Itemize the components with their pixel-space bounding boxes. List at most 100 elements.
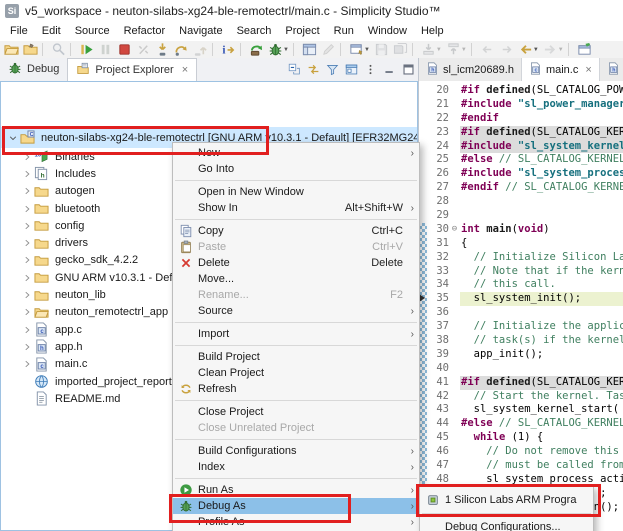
package-view-button[interactable] xyxy=(342,61,361,79)
menu-search[interactable]: Search xyxy=(230,23,279,39)
step-return-button[interactable] xyxy=(191,42,210,58)
code-line-36[interactable]: 36 xyxy=(419,306,623,320)
save-all-button[interactable] xyxy=(391,42,410,58)
chevron-right-icon[interactable] xyxy=(19,169,34,179)
link-editor-button[interactable] xyxy=(304,61,323,79)
chevron-right-icon[interactable] xyxy=(19,273,34,283)
menu-item-debug-as[interactable]: Debug As › xyxy=(173,498,419,514)
menu-window[interactable]: Window xyxy=(361,23,414,39)
code-line-20[interactable]: 20 #if defined(SL_CATALOG_POW xyxy=(419,84,623,98)
chevron-right-icon[interactable] xyxy=(19,204,34,214)
chevron-right-icon[interactable] xyxy=(19,325,34,335)
chevron-right-icon[interactable] xyxy=(19,221,34,231)
menu-run[interactable]: Run xyxy=(327,23,361,39)
code-line-48[interactable]: 48 sl_system_process_acti xyxy=(419,473,623,487)
code-line-46[interactable]: 46 // Do not remove this xyxy=(419,445,623,459)
code-line-29[interactable]: 29 xyxy=(419,209,623,223)
code-line-44[interactable]: 44 #else // SL_CATALOG_KERNEL xyxy=(419,417,623,431)
dropdown-arrow-icon[interactable]: ▼ xyxy=(364,47,370,53)
open-folder-button[interactable] xyxy=(2,42,21,58)
menu-source[interactable]: Source xyxy=(68,23,117,39)
view-tab-debug[interactable]: Debug xyxy=(0,58,67,80)
debug-button[interactable]: ▼ xyxy=(266,42,291,58)
disconnect-button[interactable] xyxy=(134,42,153,58)
menu-item-new[interactable]: New › xyxy=(173,145,419,161)
menu-item-open-in-new-window[interactable]: Open in New Window xyxy=(173,184,419,200)
code-line-32[interactable]: 32 // Initialize Silicon La xyxy=(419,251,623,265)
code-line-28[interactable]: 28 xyxy=(419,195,623,209)
console-button[interactable] xyxy=(575,42,594,58)
step-over-button[interactable] xyxy=(172,42,191,58)
menu-item-rename[interactable]: Rename... F2 xyxy=(173,287,419,303)
code-line-41[interactable]: 41 #if defined(SL_CATALOG_KER xyxy=(419,376,623,390)
back-button[interactable]: ▼ xyxy=(516,42,541,58)
menu-help[interactable]: Help xyxy=(414,23,451,39)
editor-tab-partial-2[interactable]: h xyxy=(600,58,623,81)
menu-item-delete[interactable]: Delete Delete xyxy=(173,255,419,271)
close-icon[interactable]: × xyxy=(585,64,591,76)
new-window-button[interactable]: ▼ xyxy=(347,42,372,58)
code-line-42[interactable]: 42 // Start the kernel. Tas xyxy=(419,390,623,404)
close-icon[interactable]: × xyxy=(182,64,188,76)
menu-item-refresh[interactable]: Refresh xyxy=(173,381,419,397)
code-line-21[interactable]: 21 #include "sl_power_manager xyxy=(419,98,623,112)
view-tab-project-explorer[interactable]: Project Explorer× xyxy=(67,58,197,82)
dropdown-arrow-icon[interactable]: ▼ xyxy=(533,47,539,53)
filter-button[interactable] xyxy=(323,61,342,79)
code-line-30[interactable]: 30 ⊖ int main(void) xyxy=(419,223,623,237)
menu-item-run-as[interactable]: Run As › xyxy=(173,482,419,498)
submenu-item-debug-configurations[interactable]: Debug Configurations... xyxy=(420,516,593,531)
menu-item-move[interactable]: Move... xyxy=(173,271,419,287)
menu-item-import[interactable]: Import › xyxy=(173,326,419,342)
code-line-23[interactable]: 23 #if defined(SL_CATALOG_KER xyxy=(419,126,623,140)
submenu-item-1-silicon-labs-arm-program[interactable]: 1 Silicon Labs ARM Program xyxy=(420,489,593,511)
menu-edit[interactable]: Edit xyxy=(35,23,68,39)
menu-refactor[interactable]: Refactor xyxy=(117,23,173,39)
code-line-39[interactable]: 39 app_init(); xyxy=(419,348,623,362)
chevron-right-icon[interactable] xyxy=(19,342,34,352)
menu-item-profile-as[interactable]: Profile As › xyxy=(173,514,419,530)
terminate-button[interactable] xyxy=(115,42,134,58)
build-folder-button[interactable] xyxy=(21,42,40,58)
back-small-button[interactable] xyxy=(478,42,497,58)
fold-marker-icon[interactable]: ⊖ xyxy=(449,223,460,237)
menu-item-paste[interactable]: Paste Ctrl+V xyxy=(173,239,419,255)
save-button[interactable] xyxy=(372,42,391,58)
menu-item-go-into[interactable]: Go Into xyxy=(173,161,419,177)
dropdown-arrow-icon[interactable]: ▼ xyxy=(558,47,564,53)
code-line-31[interactable]: 31 { xyxy=(419,237,623,251)
menu-navigate[interactable]: Navigate xyxy=(172,23,229,39)
view-menu-button[interactable] xyxy=(361,61,380,79)
code-line-33[interactable]: 33 // Note that if the kern xyxy=(419,265,623,279)
code-line-47[interactable]: 47 // must be called from xyxy=(419,459,623,473)
launch-run-button[interactable] xyxy=(247,42,266,58)
perspective-button[interactable] xyxy=(300,42,319,58)
code-line-26[interactable]: 26 #include "sl_system_proces xyxy=(419,167,623,181)
run-last-button[interactable]: i xyxy=(219,42,238,58)
code-line-37[interactable]: 37 // Initialize the applic xyxy=(419,320,623,334)
export-arrow-button[interactable]: ▼ xyxy=(444,42,469,58)
code-line-40[interactable]: 40 xyxy=(419,362,623,376)
editor-tab-sl-icm20689-h[interactable]: hsl_icm20689.h xyxy=(419,58,522,81)
dropdown-arrow-icon[interactable]: ▼ xyxy=(436,47,442,53)
code-line-34[interactable]: 34 // this call. xyxy=(419,278,623,292)
search-button[interactable] xyxy=(49,42,68,58)
code-line-27[interactable]: 27 #endif // SL_CATALOG_KERNE xyxy=(419,181,623,195)
resume-button[interactable] xyxy=(77,42,96,58)
menu-item-source[interactable]: Source › xyxy=(173,303,419,319)
chevron-down-icon[interactable] xyxy=(5,133,20,143)
menu-item-close-project[interactable]: Close Project xyxy=(173,404,419,420)
menu-item-show-in[interactable]: Show In Alt+Shift+W › xyxy=(173,200,419,216)
menu-item-close-unrelated-project[interactable]: Close Unrelated Project xyxy=(173,420,419,436)
chevron-right-icon[interactable] xyxy=(19,186,34,196)
collapse-all-button[interactable] xyxy=(285,61,304,79)
menu-item-index[interactable]: Index › xyxy=(173,459,419,475)
chevron-right-icon[interactable] xyxy=(19,359,34,369)
menu-item-build-project[interactable]: Build Project xyxy=(173,349,419,365)
dropdown-arrow-icon[interactable]: ▼ xyxy=(461,47,467,53)
pencil-button[interactable] xyxy=(319,42,338,58)
maximize-button[interactable] xyxy=(399,61,418,79)
menu-project[interactable]: Project xyxy=(278,23,326,39)
chevron-right-icon[interactable] xyxy=(19,152,34,162)
chevron-right-icon[interactable] xyxy=(19,307,34,317)
